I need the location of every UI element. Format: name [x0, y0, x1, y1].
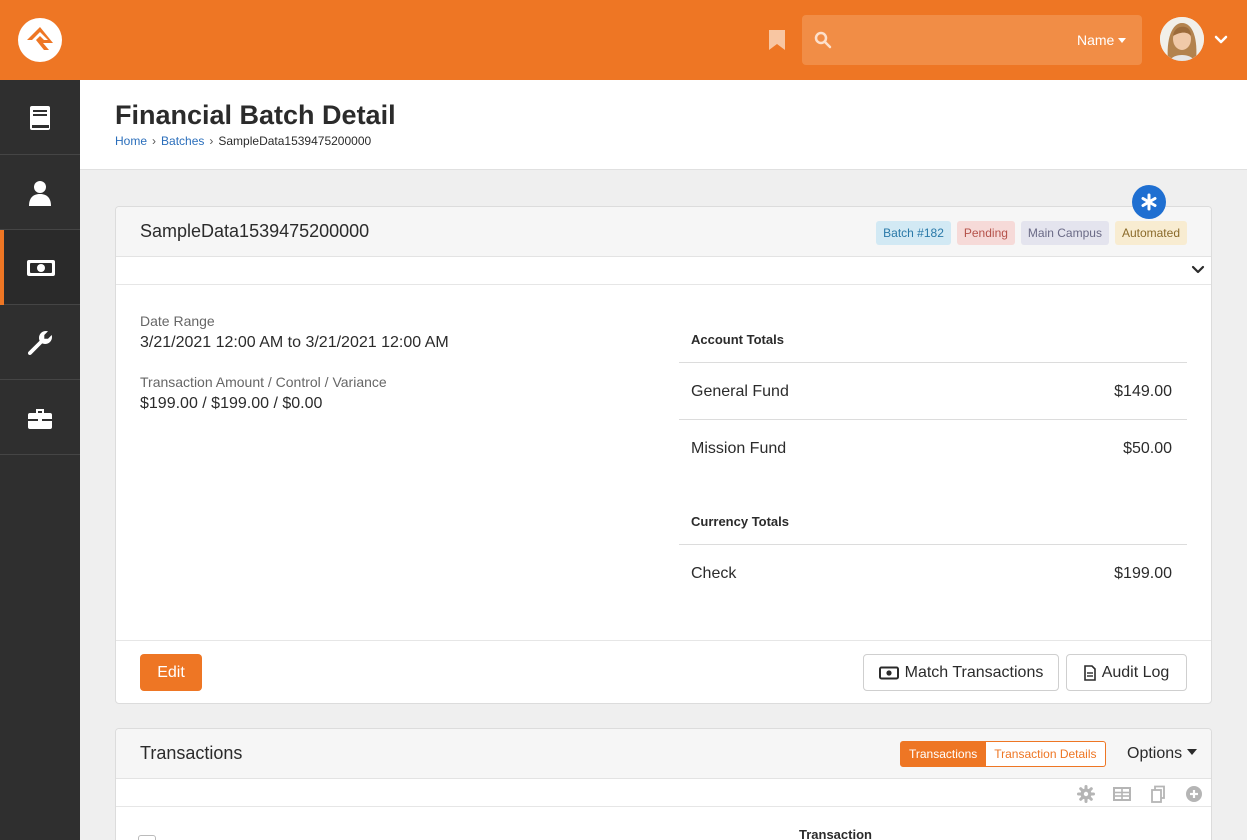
- money-icon: [27, 260, 55, 276]
- briefcase-icon: [28, 409, 52, 429]
- collapse-toggle[interactable]: [116, 257, 1211, 285]
- bookmark-icon[interactable]: [768, 29, 786, 51]
- currency-name: Check: [691, 565, 737, 582]
- batch-labels: Batch #182 Pending Main Campus Automated: [876, 221, 1187, 245]
- transactions-panel: Transactions Transactions Transaction De…: [115, 728, 1212, 840]
- edit-button[interactable]: Edit: [140, 654, 202, 691]
- sidebar-item-tools[interactable]: [0, 305, 80, 380]
- breadcrumb-home[interactable]: Home: [115, 134, 147, 148]
- currency-totals-heading: Currency Totals: [691, 514, 790, 529]
- transactions-title: Transactions: [140, 743, 243, 763]
- avatar[interactable]: [1160, 17, 1204, 61]
- audit-log-label: Audit Log: [1101, 663, 1170, 681]
- sidebar-item-finance[interactable]: [0, 230, 80, 305]
- breadcrumb-batches[interactable]: Batches: [161, 134, 204, 148]
- table-row: Mission Fund $50.00: [679, 420, 1187, 477]
- page-title: Financial Batch Detail: [115, 100, 396, 130]
- sidebar-item-books[interactable]: [0, 80, 80, 155]
- wrench-icon: [27, 331, 52, 356]
- batch-name: SampleData1539475200000: [140, 221, 370, 241]
- options-label: Options: [1127, 745, 1183, 762]
- panel-footer: Edit Match Transactions Audit Log: [116, 640, 1211, 703]
- account-amount: $149.00: [1114, 383, 1172, 400]
- caret-down-icon: [1187, 749, 1198, 755]
- breadcrumb-current: SampleData1539475200000: [218, 134, 372, 148]
- account-name: General Fund: [691, 383, 789, 400]
- gear-icon[interactable]: [1077, 785, 1095, 803]
- add-icon[interactable]: [1185, 785, 1203, 803]
- chevron-right-icon: ›: [209, 134, 214, 148]
- amount-label: Transaction Amount / Control / Variance: [140, 374, 387, 390]
- panel-heading: Transactions Transactions Transaction De…: [116, 729, 1211, 779]
- chevron-down-icon[interactable]: [1213, 32, 1229, 48]
- asterisk-icon: [1141, 193, 1157, 211]
- account-totals-heading: Account Totals: [691, 332, 784, 347]
- caret-down-icon: [1118, 38, 1127, 43]
- date-range-label: Date Range: [140, 313, 215, 329]
- chevron-down-icon: [1191, 265, 1205, 274]
- campus-badge: Main Campus: [1020, 221, 1109, 245]
- status-badge: Pending: [956, 221, 1015, 245]
- date-range-value: 3/21/2021 12:00 AM to 3/21/2021 12:00 AM: [140, 334, 449, 351]
- batch-detail-panel: SampleData1539475200000 Batch #182 Pendi…: [115, 206, 1212, 704]
- account-name: Mission Fund: [691, 440, 787, 457]
- table-row: Check $199.00: [679, 545, 1187, 602]
- currency-amount: $199.00: [1114, 565, 1172, 582]
- page-header: Financial Batch Detail Home › Batches › Samp…: [80, 80, 1247, 170]
- fab-button[interactable]: [1132, 185, 1166, 219]
- automated-badge: Automated: [1114, 221, 1187, 245]
- currency-totals-header: Currency Totals: [679, 500, 1187, 545]
- select-all-checkbox[interactable]: [138, 835, 156, 840]
- chevron-right-icon: ›: [152, 134, 157, 148]
- rock-logo[interactable]: [18, 18, 62, 62]
- column-header-transaction: Transaction: [799, 827, 872, 840]
- sidebar: [0, 80, 80, 840]
- money-icon: [878, 666, 899, 679]
- search-filter-label: Name: [1077, 32, 1115, 48]
- search-filter-dropdown[interactable]: Name: [1077, 32, 1127, 48]
- match-transactions-button[interactable]: Match Transactions: [863, 654, 1059, 691]
- file-icon: [1083, 664, 1096, 681]
- user-photo: [1160, 17, 1204, 61]
- breadcrumb: Home › Batches › SampleData1539475200000: [115, 134, 371, 148]
- options-dropdown[interactable]: Options: [1127, 745, 1198, 763]
- audit-log-button[interactable]: Audit Log: [1066, 654, 1187, 691]
- copy-icon[interactable]: [1149, 785, 1167, 803]
- toggle-transaction-details[interactable]: Transaction Details: [986, 741, 1106, 767]
- toggle-transactions[interactable]: Transactions: [900, 741, 987, 767]
- account-amount: $50.00: [1123, 440, 1172, 457]
- search-input[interactable]: [842, 25, 1062, 55]
- view-toggle: Transactions Transaction Details: [900, 741, 1106, 767]
- sidebar-item-people[interactable]: [0, 155, 80, 230]
- grid-actions: [116, 779, 1211, 807]
- batch-id-badge: Batch #182: [876, 221, 951, 245]
- table-icon[interactable]: [1113, 785, 1131, 803]
- book-icon: [30, 106, 50, 130]
- logo-mark-icon: [27, 27, 53, 50]
- search-icon: [814, 31, 832, 49]
- panel-heading: SampleData1539475200000 Batch #182 Pendi…: [116, 207, 1211, 257]
- top-navbar: Name: [0, 0, 1247, 80]
- search-bar: Name: [802, 15, 1142, 65]
- account-totals-header: Account Totals: [679, 318, 1187, 363]
- sidebar-item-admin[interactable]: [0, 380, 80, 455]
- table-row: General Fund $149.00: [679, 363, 1187, 420]
- person-icon: [29, 181, 51, 206]
- match-transactions-label: Match Transactions: [904, 663, 1044, 681]
- amount-value: $199.00 / $199.00 / $0.00: [140, 395, 323, 412]
